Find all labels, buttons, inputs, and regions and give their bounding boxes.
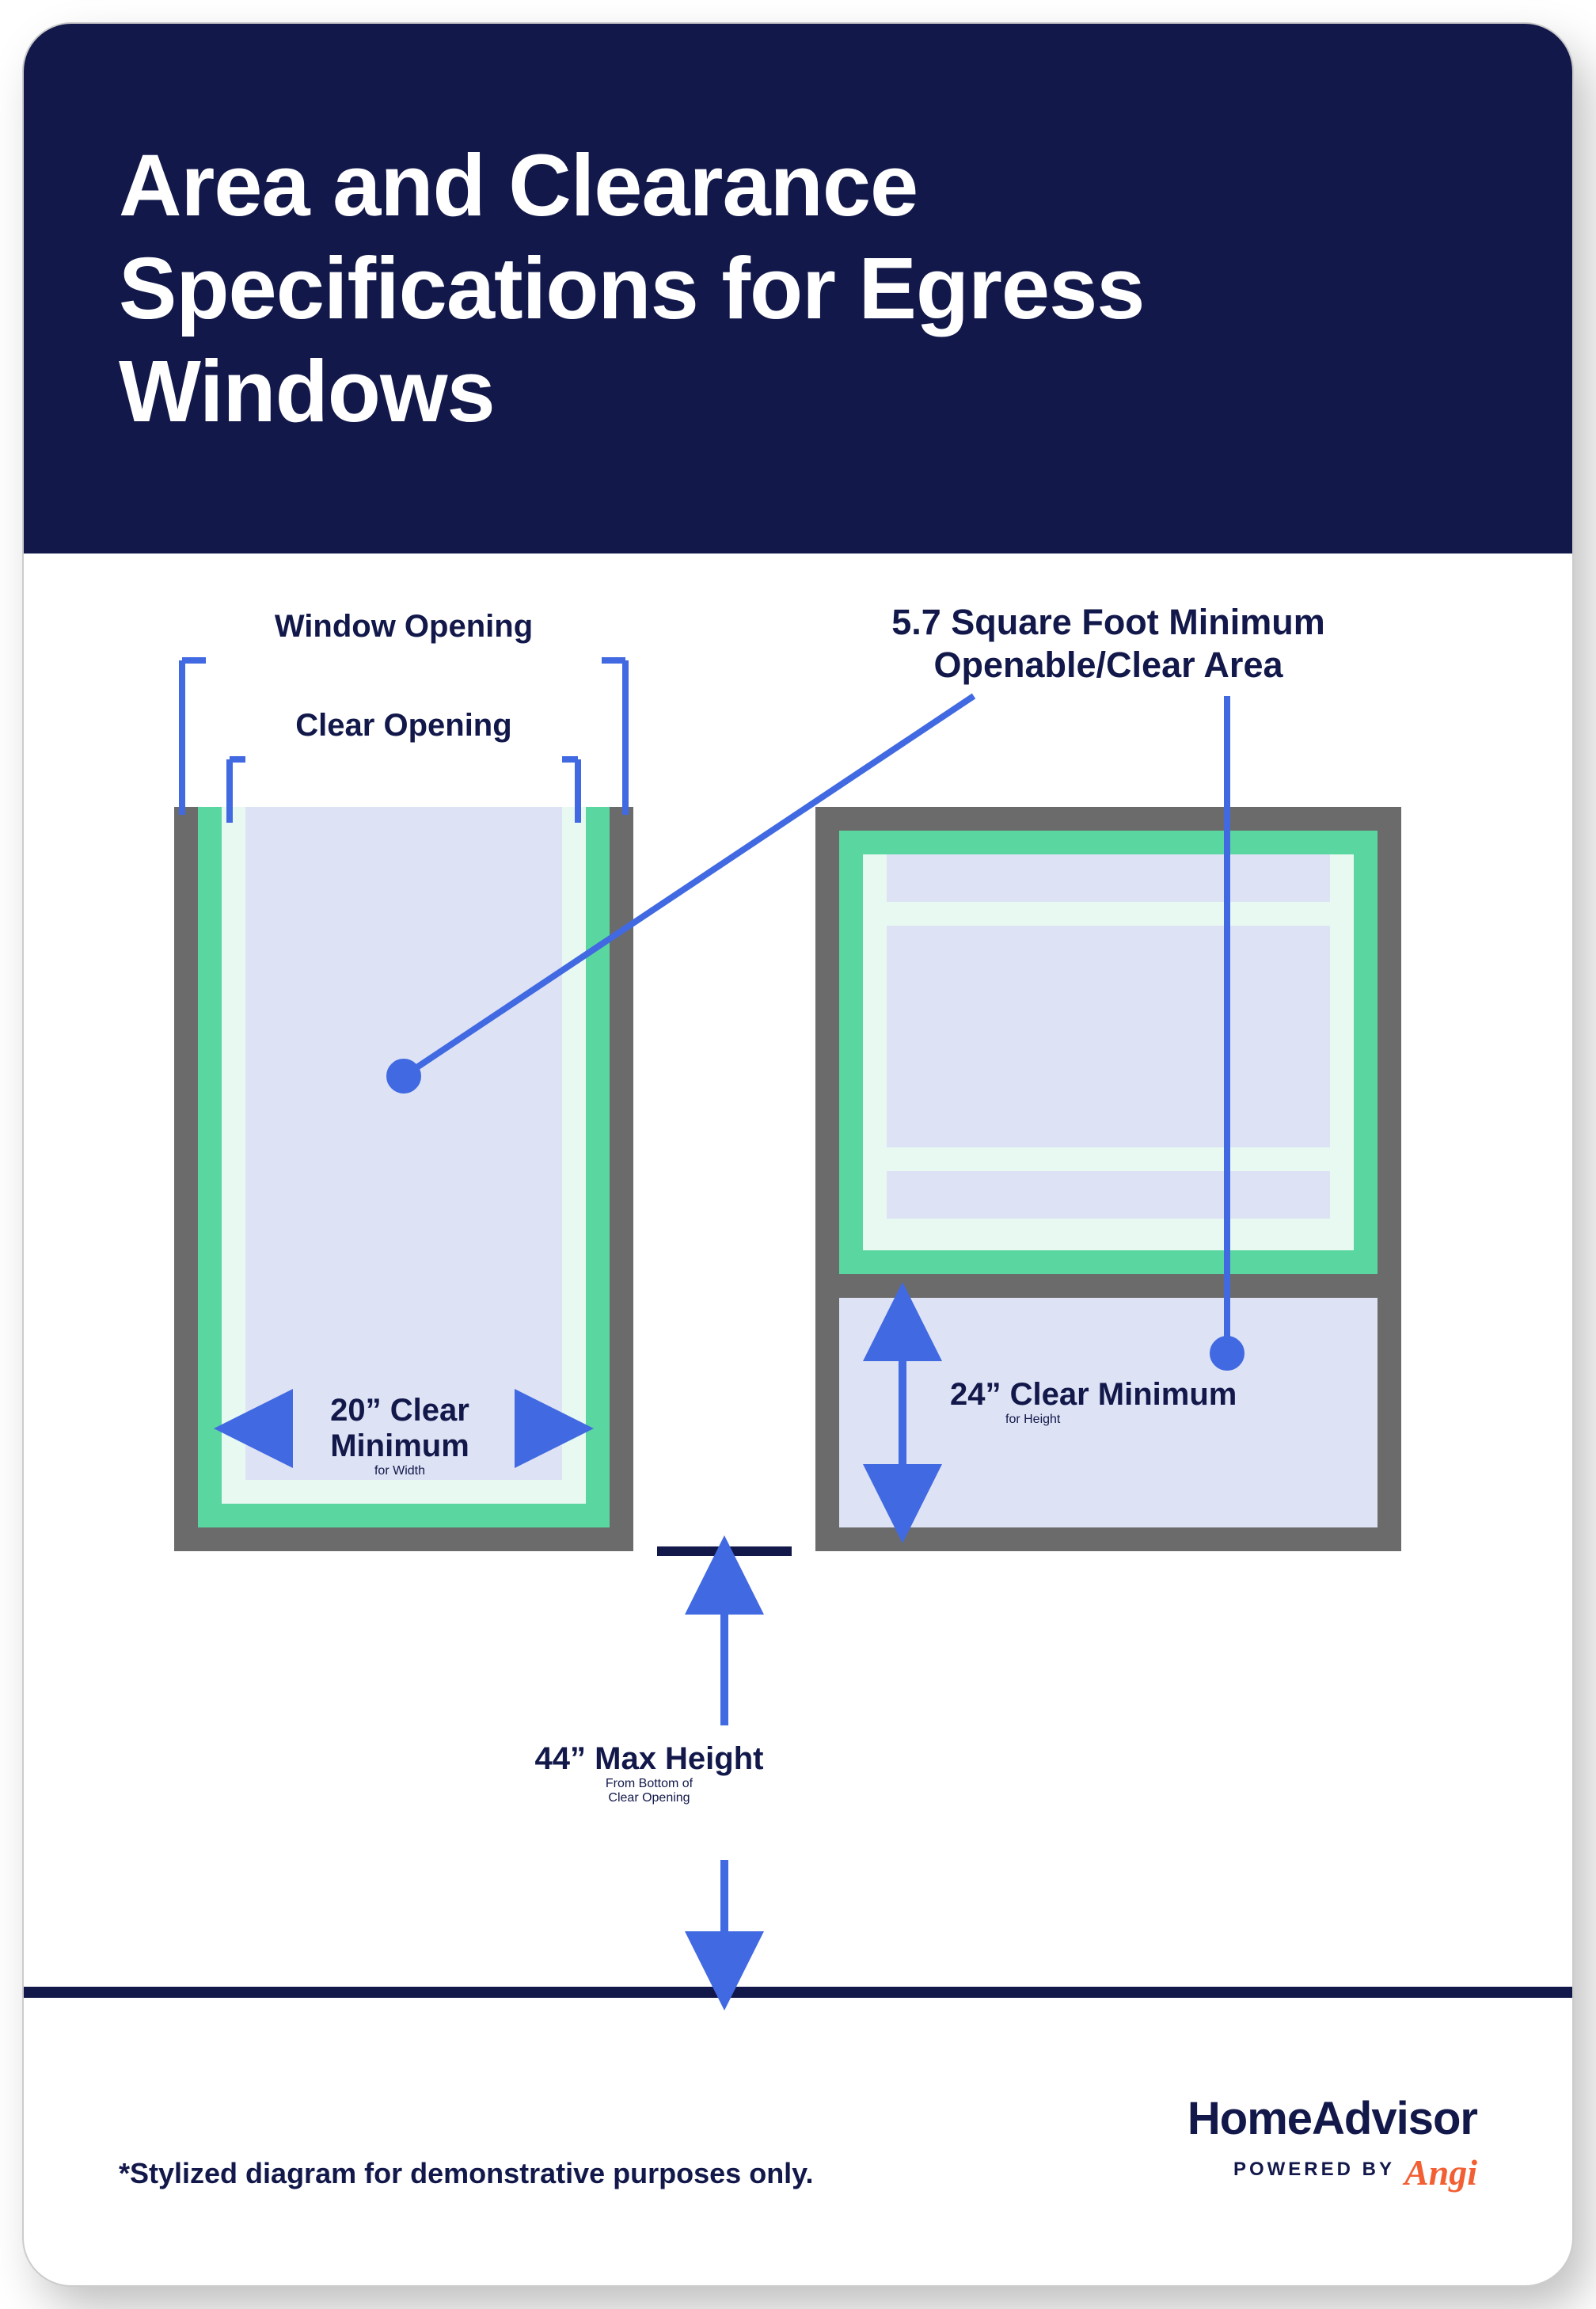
window-right-pane-bot <box>887 1171 1330 1219</box>
footer: *Stylized diagram for demonstrative purp… <box>24 2037 1572 2285</box>
brand-angi: Angi <box>1404 2151 1477 2193</box>
window-right-pane-mid <box>887 926 1330 1147</box>
label-sqft-line1: 5.7 Square Foot Minimum <box>815 601 1401 644</box>
label-width-sub: for Width <box>269 1464 530 1478</box>
label-width-min: 20” Clear Minimum for Width <box>269 1393 530 1478</box>
diagram-area: Window Opening Clear Opening 5.7 Square … <box>24 553 1572 2177</box>
label-max-height-sub2: Clear Opening <box>499 1791 800 1805</box>
brand-homeadvisor: HomeAdvisor <box>1188 2092 1477 2145</box>
header: Area and Clearance Specifications for Eg… <box>24 24 1572 553</box>
floor-line <box>24 1987 1572 1998</box>
label-sqft-min: 5.7 Square Foot Minimum Openable/Clear A… <box>815 601 1401 687</box>
label-max-height-sub1: From Bottom of <box>499 1777 800 1791</box>
disclaimer: *Stylized diagram for demonstrative purp… <box>119 2157 814 2190</box>
window-right <box>815 807 1401 1551</box>
window-right-pane-top <box>887 854 1330 902</box>
title: Area and Clearance Specifications for Eg… <box>119 135 1477 443</box>
window-left-glass <box>245 807 562 1480</box>
window-right-frame <box>839 831 1378 1274</box>
brand-block: HomeAdvisor POWERED BY Angi <box>1188 2092 1477 2190</box>
powered-by-text: POWERED BY <box>1233 2159 1395 2181</box>
label-max-height: 44” Max Height From Bottom of Clear Open… <box>499 1741 800 1805</box>
label-width-bold: 20” Clear Minimum <box>269 1393 530 1464</box>
label-sqft-line2: Openable/Clear Area <box>815 644 1401 687</box>
brand-powered-by: POWERED BY Angi <box>1188 2148 1477 2190</box>
label-height-min: 24” Clear Minimum for Height <box>950 1377 1282 1427</box>
label-window-opening: Window Opening <box>206 609 602 645</box>
label-clear-opening: Clear Opening <box>238 708 570 744</box>
label-height-sub: for Height <box>950 1413 1282 1427</box>
label-height-bold: 24” Clear Minimum <box>950 1377 1282 1413</box>
window-right-inner <box>863 854 1354 1250</box>
label-max-height-bold: 44” Max Height <box>499 1741 800 1777</box>
infographic-card: Area and Clearance Specifications for Eg… <box>24 24 1572 2285</box>
